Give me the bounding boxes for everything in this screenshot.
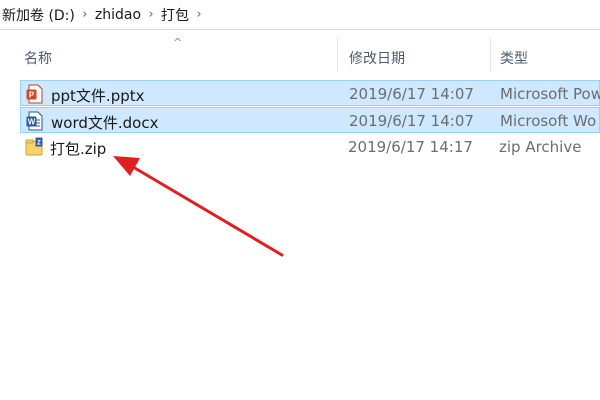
svg-text:Z: Z: [37, 141, 41, 147]
file-type: zip Archive: [499, 138, 582, 156]
chevron-right-icon[interactable]: ›: [143, 8, 159, 21]
file-name: word文件.docx: [51, 114, 159, 132]
file-row[interactable]: Z 打包.zip 2019/6/17 14:17 zip Archive: [20, 134, 600, 160]
breadcrumb: 新加卷 (D:) › zhidao › 打包 ›: [0, 0, 600, 30]
powerpoint-file-icon: P: [26, 84, 43, 104]
file-date: 2019/6/17 14:07: [349, 112, 474, 130]
word-file-icon: W: [26, 111, 43, 131]
column-header-name[interactable]: 名称: [24, 48, 52, 68]
file-name: ppt文件.pptx: [51, 87, 145, 105]
column-divider[interactable]: [337, 38, 338, 72]
file-type: Microsoft Wo: [500, 112, 597, 130]
sort-ascending-icon: ^: [173, 36, 183, 49]
svg-text:P: P: [29, 91, 35, 100]
column-header-date[interactable]: 修改日期: [349, 48, 405, 68]
breadcrumb-folder-dabao[interactable]: 打包: [159, 5, 191, 25]
file-name: 打包.zip: [50, 140, 107, 158]
column-header-row: ^ 名称 修改日期 类型: [0, 36, 600, 72]
file-date: 2019/6/17 14:07: [349, 85, 474, 103]
file-type: Microsoft Pow: [500, 85, 600, 103]
column-header-type[interactable]: 类型: [500, 48, 528, 68]
zip-file-icon: Z: [25, 137, 43, 156]
chevron-right-icon[interactable]: ›: [191, 8, 207, 21]
breadcrumb-drive-d[interactable]: 新加卷 (D:): [0, 5, 77, 25]
breadcrumb-folder-zhidao[interactable]: zhidao: [93, 7, 143, 23]
chevron-right-icon[interactable]: ›: [77, 8, 93, 21]
file-row[interactable]: P ppt文件.pptx 2019/6/17 14:07 Microsoft P…: [20, 80, 600, 106]
file-date: 2019/6/17 14:17: [348, 138, 473, 156]
column-divider[interactable]: [490, 38, 491, 72]
file-row[interactable]: W word文件.docx 2019/6/17 14:07 Microsoft …: [20, 107, 600, 133]
svg-text:W: W: [28, 118, 36, 127]
